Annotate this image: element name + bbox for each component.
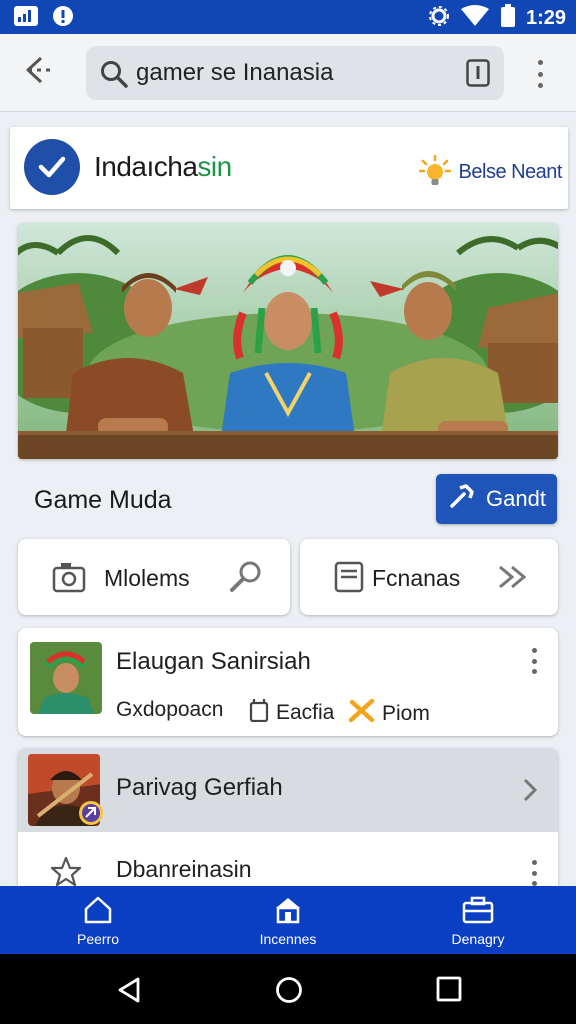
meta-tag: Eacfia (248, 698, 334, 728)
store-icon (273, 896, 303, 927)
brand-name: Indaıchasin (94, 151, 232, 182)
status-time: 1:29 (525, 7, 566, 29)
item-menu-button[interactable] (528, 860, 540, 886)
brand-tagline: Belse Neant (418, 154, 563, 189)
hammer-icon (448, 482, 476, 516)
group-title: Parivag Gerfiah (116, 774, 283, 801)
item-menu-button[interactable] (528, 648, 540, 674)
nav-item-library[interactable]: Denagry (418, 896, 538, 947)
tabs-icon[interactable] (466, 59, 490, 92)
tools-icon (348, 698, 376, 730)
group-item-label: Dbanreinasin (116, 856, 252, 882)
action-card-document[interactable]: Fcnanas (300, 539, 558, 615)
nav-label: Denagry (451, 931, 505, 947)
list-item[interactable]: Elaugan Sanirsiah Gxdopoacn Eacfia Piom (18, 628, 558, 736)
action-card-camera[interactable]: Mlolems (18, 539, 290, 615)
fast-forward-icon (496, 561, 530, 598)
back-arrow-icon (23, 55, 57, 90)
system-back-icon[interactable] (116, 976, 142, 1009)
chevron-right-icon (520, 776, 540, 809)
primary-action-button[interactable]: Gandt (436, 474, 557, 524)
more-options-button[interactable] (528, 58, 552, 90)
verified-check-icon (24, 139, 80, 195)
trash-icon (248, 698, 270, 728)
brand-banner[interactable]: Indaıchasin Belse Neant (10, 127, 568, 209)
primary-action-label: Gandt (486, 486, 546, 511)
meta-tag: Piom (348, 698, 430, 730)
nav-item-store[interactable]: Incennes (228, 896, 348, 947)
back-button[interactable] (20, 52, 60, 92)
search-toolbar (0, 34, 576, 112)
nav-item-home[interactable]: Peerro (38, 896, 158, 947)
list-group: Parivag Gerfiah Dbanreinasin (18, 748, 558, 888)
battery-icon (500, 4, 516, 33)
badge-icon (78, 800, 104, 831)
key-icon (228, 559, 264, 600)
star-icon (50, 856, 82, 888)
section-title: Game Muda (34, 486, 172, 514)
home-icon (83, 896, 113, 927)
document-icon (334, 561, 364, 598)
list-item-title: Elaugan Sanirsiah (116, 648, 311, 675)
briefcase-icon (462, 896, 494, 927)
status-bar: 1:29 (0, 0, 576, 34)
group-header[interactable]: Parivag Gerfiah (18, 748, 558, 832)
system-home-icon[interactable] (275, 976, 303, 1009)
settings-icon (428, 5, 450, 32)
hero-illustration (18, 223, 558, 459)
search-input[interactable] (136, 56, 436, 90)
group-list-item[interactable]: Dbanreinasin (18, 832, 558, 888)
bottom-navigation: Peerro Incennes Denagry (0, 886, 576, 954)
system-navigation (0, 954, 576, 1024)
nav-label: Incennes (259, 931, 317, 947)
camera-icon (52, 561, 86, 598)
item-thumbnail (30, 642, 102, 714)
system-recents-icon[interactable] (436, 976, 462, 1007)
action-label: Fcnanas (372, 565, 461, 591)
signal-icon (14, 6, 38, 31)
alert-icon (52, 5, 74, 32)
nav-label: Peerro (76, 931, 120, 947)
meta-tag: Gxdopoacn (116, 698, 224, 721)
search-icon (100, 60, 128, 93)
wifi-icon (460, 5, 490, 32)
lightbulb-icon (418, 154, 451, 189)
action-label: Mlolems (104, 565, 190, 591)
search-box[interactable] (86, 46, 504, 100)
